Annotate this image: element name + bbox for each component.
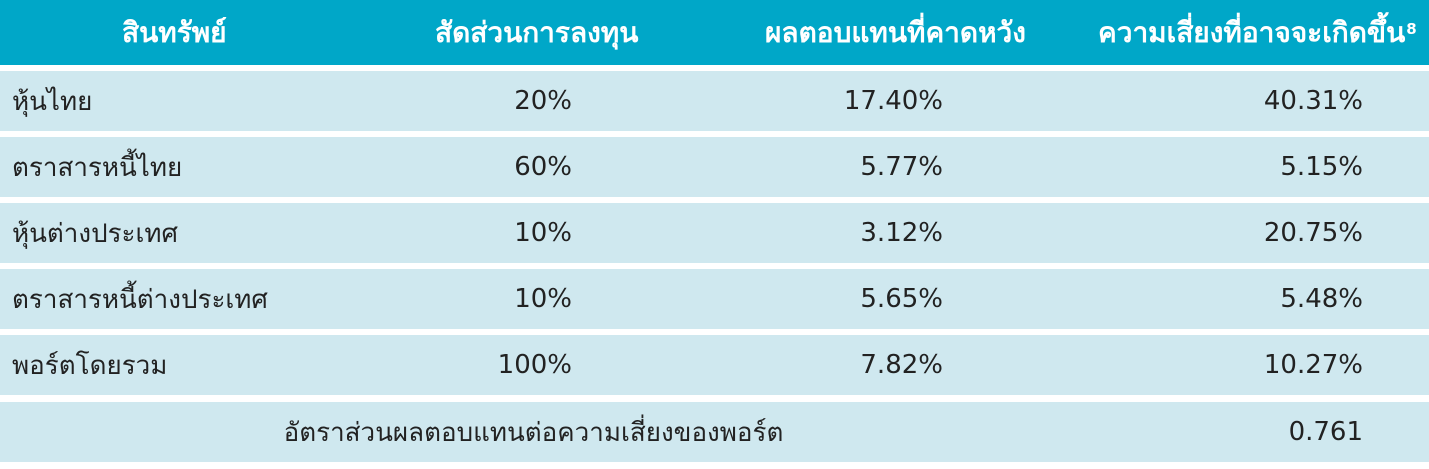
header-allocation: สัดส่วนการลงทุน (435, 15, 639, 49)
summary-row: อัตราส่วนผลตอบแทนต่อความเสี่ยงของพอร์ต 0… (0, 402, 1429, 462)
allocation-cell: 60% (514, 152, 572, 182)
summary-value: 0.761 (1288, 417, 1363, 447)
expected-return-cell: 5.77% (860, 152, 943, 182)
table-row: ตราสารหนี้ไทย 60% 5.77% 5.15% (0, 137, 1429, 197)
allocation-cell: 10% (514, 218, 572, 248)
risk-cell: 20.75% (1263, 218, 1363, 248)
allocation-cell: 20% (514, 86, 572, 116)
portfolio-table: สินทรัพย์ สัดส่วนการลงทุน ผลตอบแทนที่คาด… (0, 0, 1429, 469)
expected-return-cell: 3.12% (860, 218, 943, 248)
allocation-cell: 100% (497, 350, 572, 380)
footnote-marker: 8 (1406, 19, 1417, 38)
risk-cell: 10.27% (1263, 350, 1363, 380)
expected-return-cell: 17.40% (843, 86, 943, 116)
table-row: ตราสารหนี้ต่างประเทศ 10% 5.65% 5.48% (0, 269, 1429, 329)
summary-label: อัตราส่วนผลตอบแทนต่อความเสี่ยงของพอร์ต (283, 417, 784, 448)
risk-cell: 5.15% (1280, 152, 1363, 182)
header-expected-return: ผลตอบแทนที่คาดหวัง (765, 15, 1026, 49)
table-row: หุ้นไทย 20% 17.40% 40.31% (0, 71, 1429, 131)
asset-cell: ตราสารหนี้ไทย (12, 152, 183, 183)
risk-cell: 5.48% (1280, 284, 1363, 314)
header-risk: ความเสี่ยงที่อาจจะเกิดขึ้น 8 (1063, 0, 1429, 65)
allocation-cell: 10% (514, 284, 572, 314)
asset-cell: หุ้นไทย (12, 86, 93, 117)
table-row: หุ้นต่างประเทศ 10% 3.12% 20.75% (0, 203, 1429, 263)
table-header-row: สินทรัพย์ สัดส่วนการลงทุน ผลตอบแทนที่คาด… (0, 0, 1429, 65)
header-asset: สินทรัพย์ (122, 15, 227, 49)
risk-cell: 40.31% (1263, 86, 1363, 116)
asset-cell: หุ้นต่างประเทศ (12, 218, 179, 249)
expected-return-cell: 5.65% (860, 284, 943, 314)
asset-cell: ตราสารหนี้ต่างประเทศ (12, 284, 268, 315)
asset-cell: พอร์ตโดยรวม (12, 350, 168, 381)
header-risk-label: ความเสี่ยงที่อาจจะเกิดขึ้น (1098, 15, 1406, 49)
expected-return-cell: 7.82% (860, 350, 943, 380)
table-row-total: พอร์ตโดยรวม 100% 7.82% 10.27% (0, 335, 1429, 395)
